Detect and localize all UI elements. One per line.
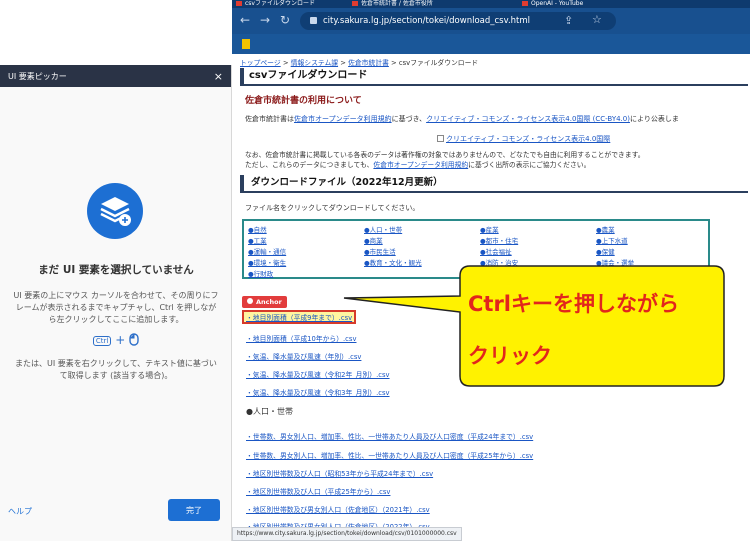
layers-add-icon (87, 183, 143, 239)
opendata-terms-link[interactable]: 佐倉市オープンデータ利用規約 (294, 115, 392, 123)
close-icon[interactable]: × (214, 70, 223, 83)
picker-empty-heading: まだ UI 要素を選択していません (38, 264, 194, 276)
category-link[interactable]: ●運輸・通信 (248, 246, 286, 256)
plus-icon: + (115, 333, 126, 347)
picker-title: UI 要素ピッカー (8, 71, 67, 81)
picker-instructions: UI 要素の上にマウス カーソルを合わせて、その周りにフレームが表示されるまでキ… (13, 291, 219, 324)
picker-header: UI 要素ピッカー × (0, 65, 231, 87)
ctrl-key-icon: Ctrl (92, 335, 112, 346)
instruction-callout: Ctrlキーを押しながら クリック (343, 262, 730, 392)
opendata-terms-link-2[interactable]: 佐倉市オープンデータ利用規約 (373, 161, 468, 169)
share-icon[interactable]: ⇪ (564, 14, 573, 27)
breadcrumb-statistics[interactable]: 佐倉市統計書 (348, 59, 389, 67)
picker-alt-instructions: または、UI 要素を右クリックして、テキスト値に基づいて取得します (該当する場… (15, 359, 217, 380)
breadcrumb: トップページ > 情報システム課 > 佐倉市統計書 > csvファイルダウンロー… (240, 59, 479, 67)
forward-icon[interactable]: → (260, 13, 270, 27)
copyright-note: なお、佐倉市統計書に掲載している各表のデータは著作権の対象ではありませんので、ど… (245, 151, 645, 169)
bookmark-icon[interactable] (242, 39, 250, 49)
file-link[interactable]: ・地区別世帯数及び人口（昭和53年から平成24年まで）.csv (246, 468, 433, 478)
ctrl-click-hint: Ctrl + (0, 333, 232, 347)
ui-element-picker-panel: UI 要素ピッカー × まだ UI 要素を選択していません UI 要素の上にマウ… (0, 65, 232, 541)
cc-badge: クリエイティブ・コモンズ・ライセンス表示4.0国際 (437, 134, 610, 144)
file-link[interactable]: ・世帯数、男女別人口、増加率、性比、一世帯あたり人員及び人口密度（平成25年から… (246, 450, 533, 460)
reload-icon[interactable]: ↻ (280, 13, 290, 27)
mouse-click-icon (129, 333, 139, 347)
breadcrumb-info-system[interactable]: 情報システム課 (291, 59, 338, 67)
cc-badge-link[interactable]: クリエイティブ・コモンズ・ライセンス表示4.0国際 (446, 135, 610, 143)
category-link[interactable]: ●行財政 (248, 268, 273, 278)
tab-statistics[interactable]: 佐倉市統計書 / 佐倉市役所 (352, 0, 433, 8)
callout-text-line2: クリック (468, 344, 552, 368)
breadcrumb-top[interactable]: トップページ (240, 59, 281, 67)
category-link[interactable]: ●自然 (248, 224, 267, 234)
bookmark-bar (232, 34, 750, 54)
tab-youtube[interactable]: OpenAI - YouTube (522, 0, 583, 8)
lock-icon (310, 17, 317, 24)
browser-toolbar: ← → ↻ city.sakura.lg.jp/section/tokei/do… (232, 8, 750, 34)
download-instructions: ファイル名をクリックしてダウンロードしてください。 (245, 204, 420, 212)
broken-image-icon (437, 135, 444, 142)
status-bar: https://www.city.sakura.lg.jp/section/to… (232, 527, 462, 541)
file-link[interactable]: ・世帯数、男女別人口、増加率、性比、一世帯あたり人員及び人口密度（平成24年まで… (246, 431, 533, 441)
category-link[interactable]: ●産業 (480, 224, 499, 234)
cc-license-link[interactable]: クリエイティブ・コモンズ・ライセンス表示4.0国際 (CC-BY4.0) (426, 115, 630, 123)
breadcrumb-current: csvファイルダウンロード (398, 59, 479, 67)
file-link[interactable]: ・地区別世帯数及び人口（平成25年から）.csv (246, 486, 390, 496)
category-link[interactable]: ●人口・世帯 (364, 224, 402, 234)
star-icon[interactable]: ☆ (592, 13, 602, 26)
callout-text-line1: Ctrlキーを押しながら (468, 292, 680, 316)
file-link[interactable]: ・地区別世帯数及び男女別人口（佐倉地区）（2021年）.csv (246, 504, 430, 514)
category-link[interactable]: ●農業 (596, 224, 615, 234)
category-link[interactable]: ●工業 (248, 235, 267, 245)
download-heading: ダウンロードファイル（2022年12月更新） (240, 175, 748, 193)
anchor-icon (247, 298, 253, 304)
population-heading: ●人口・世帯 (246, 407, 293, 416)
tab-strip: csvファイルダウンロード 佐倉市統計書 / 佐倉市役所 OpenAI - Yo… (232, 0, 750, 8)
back-icon[interactable]: ← (240, 13, 250, 27)
help-link[interactable]: ヘルプ (8, 506, 32, 517)
tab-csv-download[interactable]: csvファイルダウンロード (236, 0, 315, 8)
category-link[interactable]: ●環境・衛生 (248, 257, 286, 267)
usage-heading: 佐倉市統計書の利用について (245, 96, 362, 106)
usage-paragraph: 佐倉市統計書は佐倉市オープンデータ利用規約に基づき、クリエイティブ・コモンズ・ラ… (245, 115, 679, 123)
page-title: csvファイルダウンロード (240, 68, 748, 86)
callout-bubble-shape (343, 265, 725, 387)
done-button[interactable]: 完了 (168, 499, 220, 521)
anchor-badge: Anchor (242, 296, 287, 308)
